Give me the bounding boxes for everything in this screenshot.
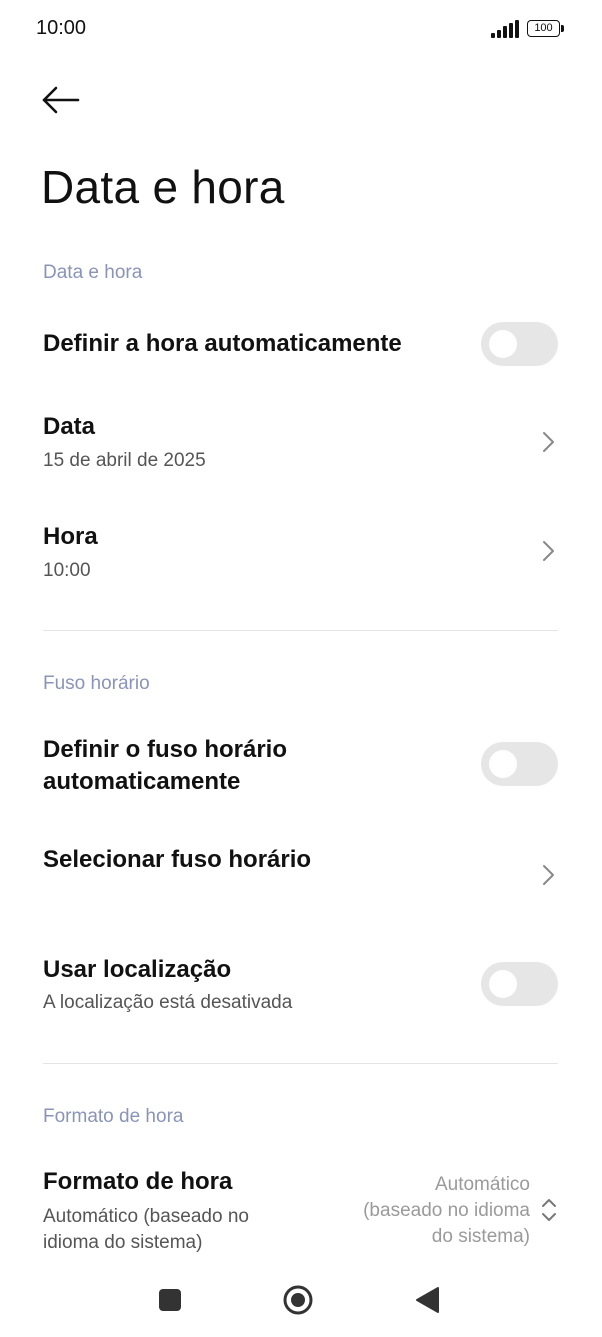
date-row[interactable]: Data 15 de abril de 2025: [0, 405, 602, 480]
section-label-date-time: Data e hora: [43, 262, 143, 283]
signal-icon: [491, 20, 521, 38]
section-label-timezone: Fuso horário: [43, 673, 150, 694]
battery-level: 100: [534, 22, 553, 34]
auto-time-row[interactable]: Definir a hora automaticamente: [0, 315, 602, 375]
auto-timezone-toggle[interactable]: [481, 742, 558, 786]
chevron-right-icon: [543, 432, 554, 452]
use-location-sub: A localização está desativada: [43, 992, 293, 1013]
arrow-left-icon: [42, 86, 80, 114]
time-format-value[interactable]: Automático (baseado no idioma do sistema…: [320, 1172, 530, 1250]
select-timezone-label: Selecionar fuso horário: [43, 846, 312, 873]
time-value: 10:00: [43, 560, 91, 581]
auto-timezone-label-line2: automaticamente: [43, 768, 241, 795]
page-title: Data e hora: [41, 161, 285, 213]
battery-tip: [561, 25, 564, 32]
back-triangle-icon[interactable]: [414, 1285, 440, 1315]
time-row[interactable]: Hora 10:00: [0, 515, 602, 590]
date-label: Data: [43, 413, 96, 440]
select-timezone-row[interactable]: Selecionar fuso horário: [0, 838, 602, 908]
chevron-right-icon: [543, 865, 554, 885]
toggle-knob: [489, 750, 517, 778]
auto-time-toggle[interactable]: [481, 322, 558, 366]
section-label-time-format: Formato de hora: [43, 1106, 184, 1127]
status-time: 10:00: [36, 17, 87, 39]
auto-time-label: Definir a hora automaticamente: [43, 330, 402, 357]
battery-icon: 100: [527, 20, 560, 37]
time-label: Hora: [43, 523, 98, 550]
time-format-sub-line2: idioma do sistema): [43, 1232, 203, 1253]
back-button[interactable]: [40, 82, 84, 122]
use-location-toggle[interactable]: [481, 962, 558, 1006]
date-value: 15 de abril de 2025: [43, 450, 206, 471]
time-format-value-line1: Automático: [434, 1174, 530, 1195]
time-format-sub-line1: Automático (baseado no: [43, 1206, 249, 1227]
home-circle-icon[interactable]: [282, 1284, 314, 1316]
recents-square-icon[interactable]: [159, 1289, 181, 1311]
auto-timezone-row[interactable]: Definir o fuso horário automaticamente: [0, 728, 602, 804]
time-format-value-line3: do sistema): [431, 1226, 530, 1247]
chevron-right-icon: [543, 541, 554, 561]
time-format-value-line2: (baseado no idioma: [363, 1200, 530, 1221]
divider: [43, 630, 558, 631]
use-location-label: Usar localização: [43, 956, 232, 983]
auto-timezone-label-line1: Definir o fuso horário: [43, 736, 288, 763]
divider: [43, 1063, 558, 1064]
toggle-knob: [489, 330, 517, 358]
use-location-row[interactable]: Usar localização A localização está desa…: [0, 948, 602, 1023]
chevron-up-down-icon[interactable]: [540, 1196, 558, 1224]
time-format-label: Formato de hora: [43, 1168, 233, 1195]
toggle-knob: [489, 970, 517, 998]
